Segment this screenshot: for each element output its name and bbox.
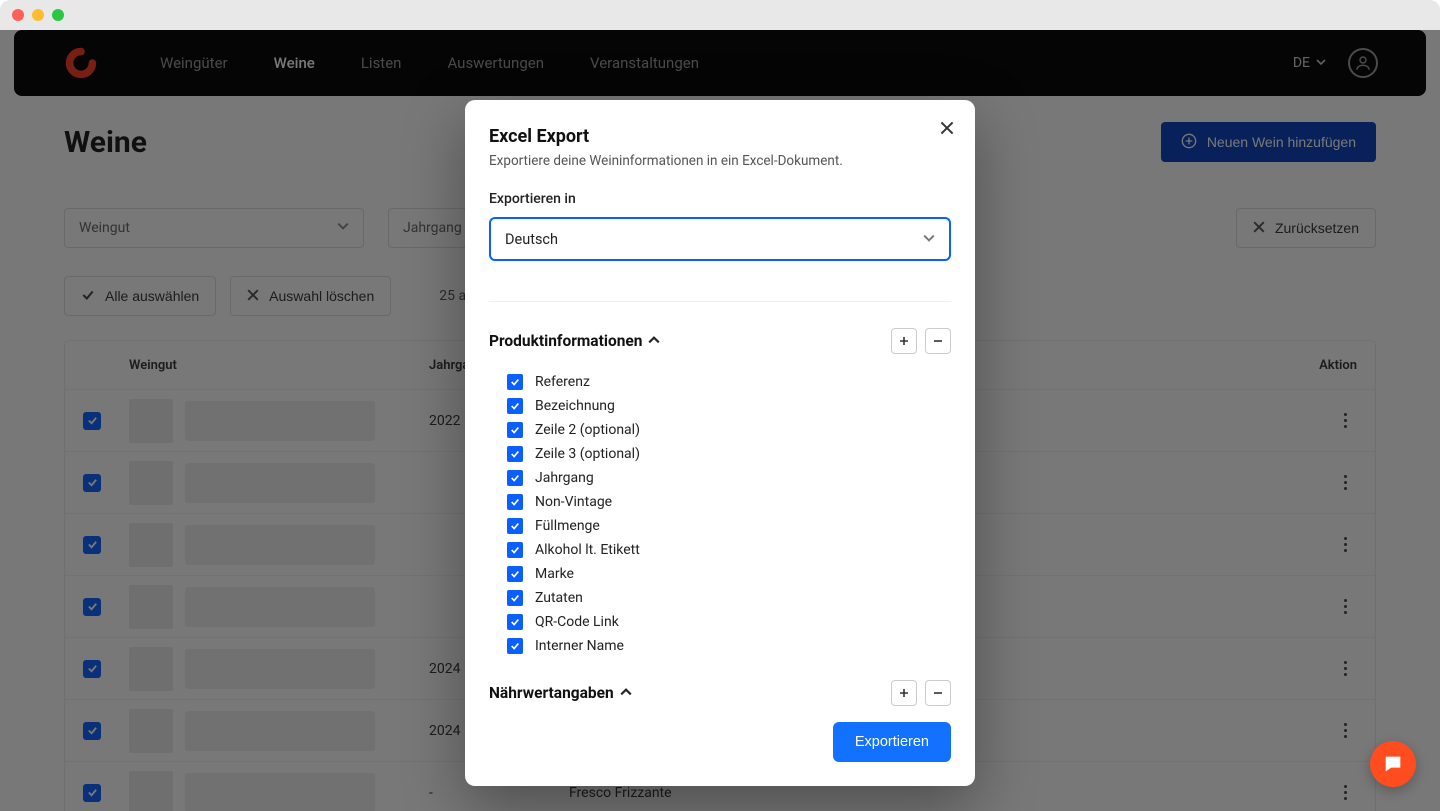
chat-fab[interactable] bbox=[1370, 741, 1416, 787]
export-modal: Excel Export Exportiere deine Weininform… bbox=[465, 100, 975, 786]
section-title-label: Nährwertangaben bbox=[489, 684, 614, 702]
traffic-light-zoom[interactable] bbox=[52, 9, 64, 21]
page: WeingüterWeineListenAuswertungenVeransta… bbox=[0, 30, 1440, 811]
section-select-all[interactable] bbox=[891, 328, 917, 354]
export-field-row: QR-Code Link bbox=[507, 610, 951, 634]
section-deselect-all[interactable] bbox=[925, 328, 951, 354]
export-field-checkbox[interactable] bbox=[507, 422, 523, 438]
export-field-label: Bezeichnung bbox=[535, 398, 615, 414]
export-field-checkbox[interactable] bbox=[507, 542, 523, 558]
export-field-checkbox[interactable] bbox=[507, 446, 523, 462]
export-field-checkbox[interactable] bbox=[507, 374, 523, 390]
export-button[interactable]: Exportieren bbox=[833, 722, 951, 762]
section-title-label: Produktinformationen bbox=[489, 332, 642, 350]
export-field-checkbox[interactable] bbox=[507, 638, 523, 654]
chevron-up-icon bbox=[648, 332, 660, 350]
export-field-label: Zeile 2 (optional) bbox=[535, 422, 640, 438]
export-field-row: Jahrgang bbox=[507, 466, 951, 490]
modal-close-button[interactable] bbox=[935, 116, 959, 140]
export-button-label: Exportieren bbox=[855, 734, 929, 750]
export-in-label: Exportieren in bbox=[489, 191, 951, 207]
export-field-row: Bezeichnung bbox=[507, 394, 951, 418]
export-field-row: Alkohol lt. Etikett bbox=[507, 538, 951, 562]
export-field-label: QR-Code Link bbox=[535, 614, 619, 630]
export-field-checkbox[interactable] bbox=[507, 518, 523, 534]
export-field-row: Zutaten bbox=[507, 586, 951, 610]
chevron-up-icon bbox=[620, 684, 632, 702]
export-field-checkbox[interactable] bbox=[507, 590, 523, 606]
export-field-checkbox[interactable] bbox=[507, 614, 523, 630]
divider bbox=[489, 301, 951, 302]
traffic-light-minimize[interactable] bbox=[32, 9, 44, 21]
window-chrome bbox=[0, 0, 1440, 30]
export-field-label: Referenz bbox=[535, 374, 590, 390]
export-field-label: Zeile 3 (optional) bbox=[535, 446, 640, 462]
export-field-checkbox[interactable] bbox=[507, 470, 523, 486]
export-field-label: Interner Name bbox=[535, 638, 624, 654]
export-field-checkbox[interactable] bbox=[507, 566, 523, 582]
section-toggle[interactable]: Produktinformationen bbox=[489, 332, 660, 350]
export-field-row: Marke bbox=[507, 562, 951, 586]
export-field-row: Interner Name bbox=[507, 634, 951, 658]
export-field-row: Referenz bbox=[507, 370, 951, 394]
export-field-label: Alkohol lt. Etikett bbox=[535, 542, 640, 558]
modal-title: Excel Export bbox=[489, 126, 951, 147]
export-language-select[interactable]: Deutsch bbox=[489, 217, 951, 261]
export-field-row: Non-Vintage bbox=[507, 490, 951, 514]
export-field-label: Marke bbox=[535, 566, 574, 582]
export-field-row: Zeile 3 (optional) bbox=[507, 442, 951, 466]
section-deselect-all[interactable] bbox=[925, 680, 951, 706]
export-field-checkbox[interactable] bbox=[507, 494, 523, 510]
modal-subtitle: Exportiere deine Weininformationen in ei… bbox=[489, 153, 951, 169]
section-toggle[interactable]: Nährwertangaben bbox=[489, 684, 632, 702]
export-field-label: Jahrgang bbox=[535, 470, 594, 486]
export-field-label: Zutaten bbox=[535, 590, 583, 606]
export-field-label: Füllmenge bbox=[535, 518, 600, 534]
export-field-row: Zeile 2 (optional) bbox=[507, 418, 951, 442]
export-field-label: Non-Vintage bbox=[535, 494, 612, 510]
export-field-row: Füllmenge bbox=[507, 514, 951, 538]
traffic-light-close[interactable] bbox=[12, 9, 24, 21]
export-field-checkbox[interactable] bbox=[507, 398, 523, 414]
section-select-all[interactable] bbox=[891, 680, 917, 706]
export-language-value: Deutsch bbox=[505, 231, 558, 248]
chevron-down-icon bbox=[923, 231, 935, 248]
